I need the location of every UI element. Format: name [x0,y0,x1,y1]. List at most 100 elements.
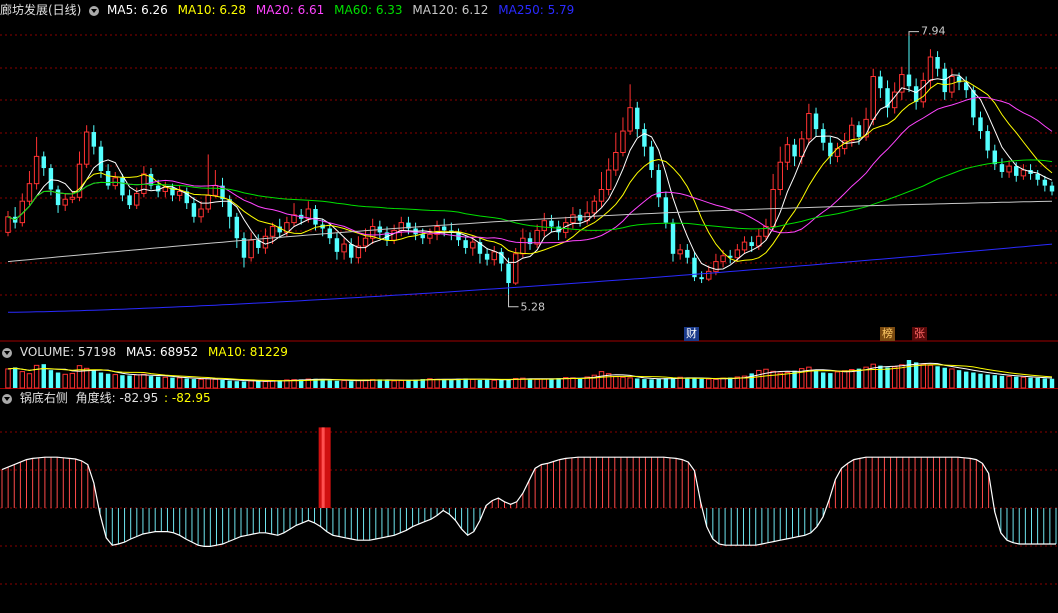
candle-body-up [741,241,748,251]
marker-zhang[interactable]: 张 [912,327,927,341]
volume-bar-down [1035,377,1040,388]
legend-ma60: MA60: 6.33 [334,3,403,17]
candle-body-down [642,129,647,147]
volume-bar-down [327,380,332,388]
candle-body-down [191,203,197,217]
candle-body-up [69,196,76,200]
candle-body-down [463,240,468,248]
candle-body-up [605,169,612,191]
volume-bar-down [220,379,225,388]
candle-body-down [120,177,125,196]
volume-bar-down [41,364,46,388]
volume-bar-up [69,372,76,389]
volume-bar-up [26,373,33,389]
volume-bar-down [184,378,189,388]
volume-bar-up [19,371,26,389]
candle-body-down [685,249,690,258]
candle-body-up [1020,169,1027,177]
high-annotation-label: 7.94 [921,25,946,38]
legend-ma250: MA250: 5.79 [498,3,575,17]
candle-body-down [635,107,640,130]
volume-bar-down [577,378,583,388]
chart-stage: 7.94 5.28 廊坊发展(日线) MA5: 6.26 MA10: 6.28 M… [0,0,1058,610]
volume-bar-down [241,381,247,388]
volume-bar-down [413,379,418,388]
candle-body-down [55,189,61,206]
volume-bar-down [499,379,504,388]
low-annotation-label: 5.28 [521,301,546,314]
volume-bar-down [449,379,454,388]
candle-body-up [570,214,576,224]
candle-body-down [1042,179,1048,186]
volume-bar-up [198,378,204,389]
volume-bar-down [334,380,340,388]
marker-cai[interactable]: 财 [684,327,699,341]
candle-body-up [849,124,855,142]
signal-bar-highlight [321,427,325,508]
candle-body-up [620,130,626,153]
candle-body-up [770,189,776,228]
candle-body-down [749,242,754,247]
candle-body-down [105,171,111,186]
main-header: 廊坊发展(日线) MA5: 6.26 MA10: 6.28 MA20: 6.61… [0,2,580,18]
volume-bar-down [48,370,54,388]
volume-bar-up [770,370,776,389]
volume-bar-up [341,380,347,389]
candle-body-up [33,155,40,185]
legend-ma5: MA5: 6.26 [107,3,168,17]
candle-body-down [813,113,819,130]
indicator-header: 锅底右侧 角度线: -82.95 : -82.95 [0,390,217,406]
candle-body-up [112,177,118,187]
volume-bar-up [534,378,540,389]
candle-body-down [649,146,654,171]
indicator-angle-label: 角度线: -82.95 [75,391,159,405]
volume-bar-down [1014,376,1019,388]
volume-bar-down [685,377,690,388]
candle-body-up [591,200,598,214]
marker-bang[interactable]: 榜 [880,327,895,341]
volume-bar-up [398,380,405,389]
candle-body-up [534,229,540,245]
candle-body-up [248,239,254,259]
volume-bar-down [1042,378,1048,388]
volume-bar-down [828,373,833,388]
chart-svg: 7.94 5.28 [0,25,1058,585]
candle-body-up [391,229,397,241]
candle-body-up [1006,165,1012,173]
volume-bar-up [62,373,68,389]
volume-menu-icon[interactable] [2,347,12,358]
volume-bar-down [549,378,554,388]
candle-body-down [992,150,998,165]
volume-bar-down [699,378,704,388]
candle-body-up [720,255,726,263]
indicator-menu-icon[interactable] [2,393,12,404]
volume-bar-down [956,370,962,388]
volume-bar-up [5,368,11,389]
volume-bar-down [463,378,468,388]
volume-bar-down [349,381,354,388]
candle-body-up [269,226,276,237]
volume-bar-down [456,378,461,388]
candle-body-up [427,233,433,239]
volume-header: VOLUME: 57198 MA5: 68952 MA10: 81229 [0,344,294,360]
candle-body-up [512,253,519,284]
candle-body-up [806,113,812,140]
candle-body-down [549,220,554,227]
volume-bar-up [713,378,719,389]
volume-bar-up [1006,375,1012,389]
volume-bar-down [191,379,197,388]
candle-body-down [699,277,704,280]
volume-bar-down [906,360,912,388]
candle-body-up [927,56,934,81]
volume-bar-down [55,372,61,388]
volume-bar-down [971,372,976,388]
volume-bar-up [112,374,118,389]
candle-body-down [792,144,797,157]
menu-toggle-icon[interactable] [89,5,100,16]
candle-body-down [241,238,247,258]
volume-bar-down [12,367,18,388]
volume-bar-down [91,370,97,388]
volume-bar-down [127,375,132,388]
volume-bar-down [148,376,154,388]
candle-body-up [176,190,183,196]
